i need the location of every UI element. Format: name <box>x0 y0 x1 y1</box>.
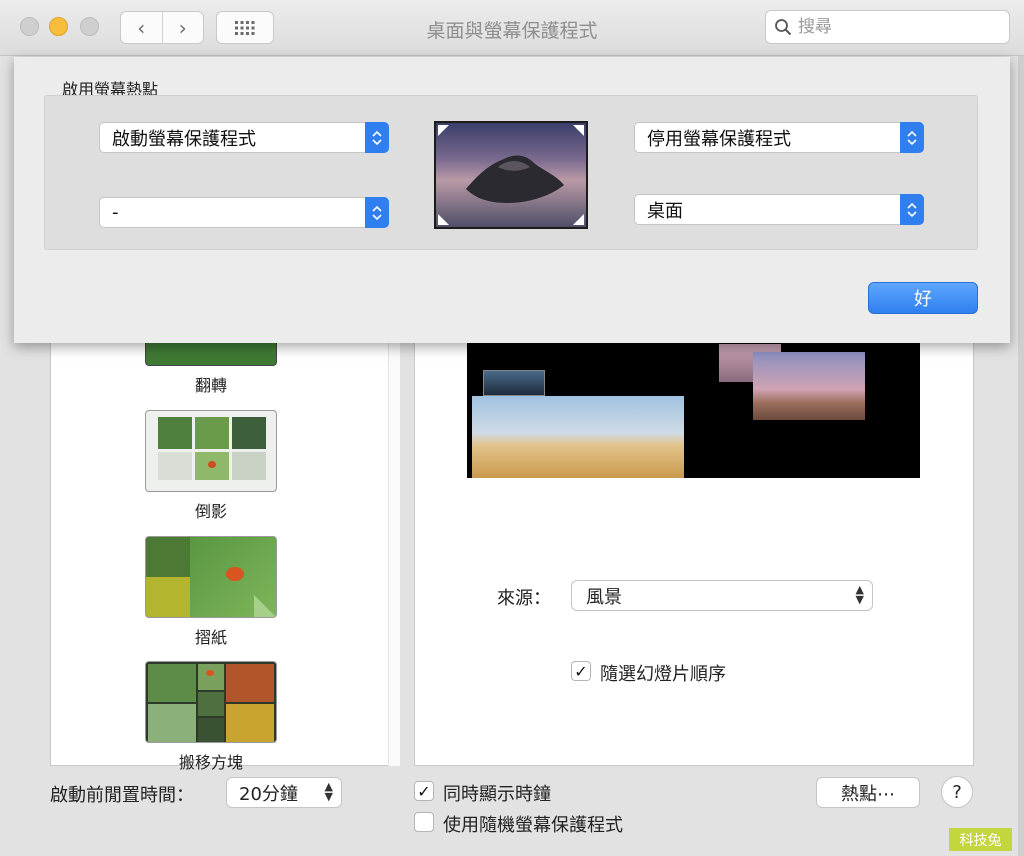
top-right-corner-icon <box>573 125 584 136</box>
hot-corners-sheet: 啟用螢幕熱點 啟動螢幕保護程式 - 停用螢幕保護程式 桌面 好 <box>14 57 1010 343</box>
checkmark-icon: ✓ <box>417 781 431 801</box>
screen-preview-image <box>434 121 588 229</box>
shuffle-checkbox[interactable]: ✓ <box>571 661 591 681</box>
search-input[interactable] <box>798 17 988 37</box>
screensaver-label: 翻轉 <box>194 376 227 395</box>
screensaver-list[interactable]: 翻轉 倒影 摺紙 搬移方塊 <box>50 330 390 772</box>
up-down-chevron-icon <box>900 194 924 225</box>
bottom-left-corner-value: - <box>112 202 119 223</box>
up-down-chevron-icon: ▲ ▼ <box>855 583 864 606</box>
show-clock-label: 同時顯示時鐘 <box>443 784 551 805</box>
up-down-chevron-icon: ▲ ▼ <box>324 780 333 803</box>
shifting-tiles-thumbnail <box>145 661 277 743</box>
source-value: 風景 <box>586 586 622 608</box>
bottom-left-corner-dropdown[interactable]: - <box>99 197 389 228</box>
checkmark-icon: ✓ <box>574 661 588 681</box>
screensaver-item-origami[interactable]: 摺紙 <box>145 536 277 648</box>
search-icon <box>775 19 792 36</box>
bottom-right-corner-value: 桌面 <box>647 200 683 222</box>
title-bar: ‹ › 桌面與螢幕保護程式 <box>0 0 1024 56</box>
hot-corners-button[interactable]: 熱點⋯ <box>816 777 920 808</box>
window-edge <box>1018 56 1024 856</box>
bottom-left-corner-icon <box>438 214 449 225</box>
screensaver-label: 搬移方塊 <box>178 753 243 772</box>
top-left-corner-icon <box>438 125 449 136</box>
idle-time-value: 20分鐘 <box>239 783 298 805</box>
ok-button[interactable]: 好 <box>868 282 978 314</box>
search-field[interactable] <box>765 10 1010 44</box>
hot-corners-group: 啟動螢幕保護程式 - 停用螢幕保護程式 桌面 <box>44 95 978 250</box>
top-left-corner-dropdown[interactable]: 啟動螢幕保護程式 <box>99 122 389 153</box>
watermark: 科技兔 <box>949 828 1012 851</box>
source-label: 來源： <box>497 588 551 609</box>
idle-time-label: 啟動前閒置時間： <box>50 785 194 806</box>
source-dropdown[interactable]: 風景 ▲ ▼ <box>571 580 873 611</box>
top-left-corner-value: 啟動螢幕保護程式 <box>112 128 256 150</box>
bottom-right-corner-icon <box>573 214 584 225</box>
up-down-chevron-icon <box>365 197 389 228</box>
up-down-chevron-icon <box>900 122 924 153</box>
screensaver-label: 倒影 <box>194 502 227 521</box>
island-image <box>466 155 564 203</box>
list-scrollbar[interactable] <box>388 330 400 766</box>
up-down-chevron-icon <box>365 122 389 153</box>
screensaver-preview <box>467 330 920 478</box>
show-clock-checkbox[interactable]: ✓ <box>414 781 434 801</box>
screensaver-item-shifting-tiles[interactable]: 搬移方塊 <box>145 661 277 773</box>
top-right-corner-dropdown[interactable]: 停用螢幕保護程式 <box>634 122 924 153</box>
random-saver-checkbox[interactable] <box>414 812 434 832</box>
bottom-right-corner-dropdown[interactable]: 桌面 <box>634 194 924 225</box>
screensaver-label: 摺紙 <box>194 628 227 647</box>
reflections-thumbnail <box>145 410 277 492</box>
help-button[interactable]: ? <box>941 776 973 808</box>
top-right-corner-value: 停用螢幕保護程式 <box>647 128 791 150</box>
origami-thumbnail <box>145 536 277 618</box>
idle-time-dropdown[interactable]: 20分鐘 ▲ ▼ <box>226 777 342 808</box>
random-saver-label: 使用隨機螢幕保護程式 <box>443 815 623 836</box>
screensaver-item-reflections[interactable]: 倒影 <box>145 410 277 522</box>
shuffle-label: 隨選幻燈片順序 <box>600 664 726 685</box>
